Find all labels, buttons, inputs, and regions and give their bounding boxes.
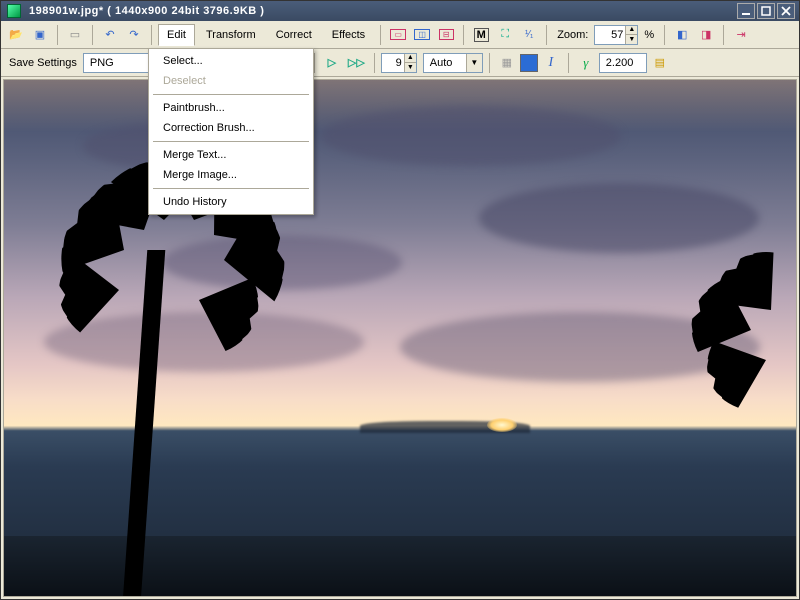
toolbar-secondary: Save Settings PNG ▼ ▸| ▷ ▷▷ ▲▼ Auto ▼ ▦ … xyxy=(1,49,799,77)
spin-down[interactable]: ▼ xyxy=(404,63,416,72)
marker-button[interactable]: M xyxy=(470,24,492,46)
palm-tree-right xyxy=(676,230,797,410)
grid-toggle-button[interactable]: ▦ xyxy=(496,52,518,74)
spin-up[interactable]: ▲ xyxy=(404,54,416,63)
fast-forward-button[interactable]: ▷▷ xyxy=(345,52,368,74)
menu-item-deselect: Deselect xyxy=(151,71,311,91)
format-value: PNG xyxy=(84,57,118,69)
compare-a-icon: ◧ xyxy=(677,28,687,41)
text-i-icon: I xyxy=(548,55,553,71)
play-button[interactable]: ▷ xyxy=(321,52,343,74)
text-tool-button[interactable]: I xyxy=(540,52,562,74)
view-split-h-icon: ◫ xyxy=(414,29,430,40)
settings-icon: ▤ xyxy=(655,56,665,69)
zoom-spinner[interactable]: ▲▼ xyxy=(594,25,638,45)
menu-separator xyxy=(153,94,309,95)
redo-icon: ↷ xyxy=(129,28,138,41)
menu-item-correction-brush[interactable]: Correction Brush... xyxy=(151,118,311,138)
close-button[interactable] xyxy=(777,3,795,19)
separator xyxy=(568,53,569,73)
spin-down[interactable]: ▼ xyxy=(625,35,637,44)
app-window: 198901w.jpg* ( 1440x900 24bit 3796.9KB )… xyxy=(0,0,800,600)
zoom-suffix: % xyxy=(640,29,658,41)
mode-select[interactable]: Auto ▼ xyxy=(423,53,483,73)
menu-item-undo-history[interactable]: Undo History xyxy=(151,192,311,212)
view-single-button[interactable]: ▭ xyxy=(387,24,409,46)
menu-edit[interactable]: Edit xyxy=(158,24,195,46)
compare-b-icon: ◨ xyxy=(701,28,711,41)
redo-button[interactable]: ↷ xyxy=(123,24,145,46)
brush-size-input[interactable] xyxy=(382,57,404,69)
separator xyxy=(151,25,152,45)
undo-button[interactable]: ↶ xyxy=(99,24,121,46)
save-settings-label: Save Settings xyxy=(5,57,81,69)
open-button[interactable]: 📂 xyxy=(5,24,27,46)
toolbar-main: 📂 ▣ ▭ ↶ ↷ Edit Transform Correct Effects… xyxy=(1,21,799,49)
minimize-button[interactable] xyxy=(737,3,755,19)
undo-icon: ↶ xyxy=(105,28,114,41)
separator xyxy=(314,53,315,73)
gamma-value: 2.200 xyxy=(606,57,634,69)
gamma-button[interactable]: γ xyxy=(575,52,597,74)
expand-icon: ⛶ xyxy=(501,28,509,41)
window-controls xyxy=(737,3,795,19)
app-icon xyxy=(7,4,21,18)
menu-transform[interactable]: Transform xyxy=(197,24,265,46)
view-split-v-icon: ⊟ xyxy=(439,29,454,40)
view-split-v-button[interactable]: ⊟ xyxy=(435,24,457,46)
mode-value: Auto xyxy=(424,57,457,69)
fast-forward-icon: ▷▷ xyxy=(348,56,365,69)
fit-screen-button[interactable]: ⛶ xyxy=(494,24,516,46)
save-icon: ▣ xyxy=(35,28,45,41)
separator xyxy=(57,25,58,45)
menu-item-merge-image[interactable]: Merge Image... xyxy=(151,165,311,185)
window-title: 198901w.jpg* ( 1440x900 24bit 3796.9KB ) xyxy=(25,5,737,17)
separator xyxy=(723,25,724,45)
sunset xyxy=(487,418,517,432)
edit-dropdown-menu: Select... Deselect Paintbrush... Correct… xyxy=(148,48,314,215)
page-button[interactable]: ▭ xyxy=(64,24,86,46)
spin-up[interactable]: ▲ xyxy=(625,26,637,35)
folder-open-icon: 📂 xyxy=(9,28,23,41)
foreground-color-swatch[interactable] xyxy=(520,54,538,72)
chevron-down-icon: ▼ xyxy=(466,54,482,72)
save-button[interactable]: ▣ xyxy=(29,24,51,46)
menu-item-select[interactable]: Select... xyxy=(151,51,311,71)
compare-b-button[interactable]: ◨ xyxy=(695,24,717,46)
zoom-label: Zoom: xyxy=(553,29,592,41)
view-single-icon: ▭ xyxy=(390,29,406,40)
gamma-icon: γ xyxy=(583,55,588,71)
compare-a-button[interactable]: ◧ xyxy=(671,24,693,46)
title-bar: 198901w.jpg* ( 1440x900 24bit 3796.9KB ) xyxy=(1,1,799,21)
one-to-one-icon: ¹⁄₁ xyxy=(525,29,533,40)
menu-item-paintbrush[interactable]: Paintbrush... xyxy=(151,98,311,118)
zoom-input[interactable] xyxy=(595,29,625,41)
menu-correct[interactable]: Correct xyxy=(267,24,321,46)
image-canvas[interactable] xyxy=(3,79,797,597)
marker-m-icon: M xyxy=(474,28,489,42)
settings-button[interactable]: ▤ xyxy=(649,52,671,74)
gamma-value-box[interactable]: 2.200 xyxy=(599,53,647,73)
play-icon: ▷ xyxy=(328,56,336,69)
actual-size-button[interactable]: ¹⁄₁ xyxy=(518,24,540,46)
brush-size-spinner[interactable]: ▲▼ xyxy=(381,53,417,73)
separator xyxy=(546,25,547,45)
separator xyxy=(463,25,464,45)
separator xyxy=(489,53,490,73)
separator xyxy=(380,25,381,45)
exit-button[interactable]: ⇥ xyxy=(730,24,752,46)
view-split-h-button[interactable]: ◫ xyxy=(411,24,433,46)
page-icon: ▭ xyxy=(70,28,80,41)
separator xyxy=(374,53,375,73)
menu-separator xyxy=(153,188,309,189)
grid-icon: ▦ xyxy=(502,56,512,69)
separator xyxy=(92,25,93,45)
menu-effects[interactable]: Effects xyxy=(323,24,374,46)
exit-icon: ⇥ xyxy=(737,28,746,41)
separator xyxy=(664,25,665,45)
menu-item-merge-text[interactable]: Merge Text... xyxy=(151,145,311,165)
maximize-button[interactable] xyxy=(757,3,775,19)
menu-separator xyxy=(153,141,309,142)
